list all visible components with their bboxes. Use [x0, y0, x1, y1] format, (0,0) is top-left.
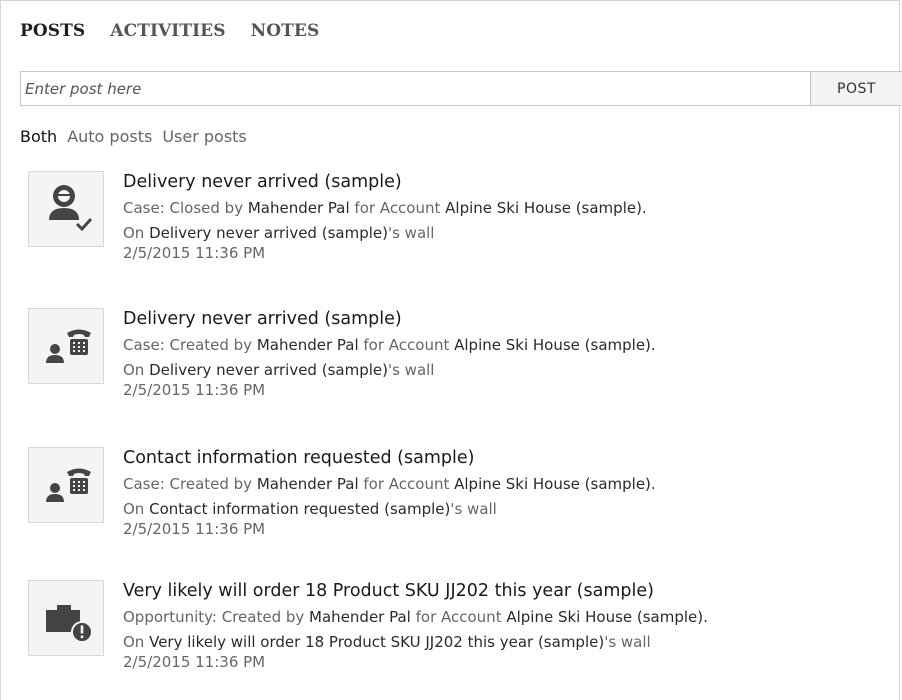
post-content: Very likely will order 18 Product SKU JJ… [123, 580, 893, 672]
post-description: Case: Created by Mahender Pal for Accoun… [123, 474, 893, 494]
wall-record-link[interactable]: Delivery never arrived (sample) [149, 361, 388, 379]
post-content: Delivery never arrived (sample) Case: Cr… [123, 308, 893, 400]
post-timestamp: 2/5/2015 11:36 PM [123, 520, 266, 538]
post-title[interactable]: Delivery never arrived (sample) [123, 308, 893, 330]
post-title[interactable]: Delivery never arrived (sample) [123, 171, 893, 193]
account-link[interactable]: Alpine Ski House (sample). [445, 199, 647, 217]
post-content: Contact information requested (sample) C… [123, 447, 893, 539]
case-closed-icon [28, 171, 104, 247]
list-item: Very likely will order 18 Product SKU JJ… [28, 580, 898, 700]
post-wall: On Very likely will order 18 Product SKU… [123, 632, 893, 652]
tab-activities[interactable]: ACTIVITIES [110, 21, 225, 41]
action-text: Case: Created by [123, 475, 257, 493]
post-description: Opportunity: Created by Mahender Pal for… [123, 607, 893, 627]
post-composer: POST [20, 71, 902, 106]
post-wall: On Contact information requested (sample… [123, 499, 893, 519]
list-item: Contact information requested (sample) C… [28, 447, 898, 567]
account-link[interactable]: Alpine Ski House (sample). [454, 475, 656, 493]
wall-suffix: 's wall [387, 361, 435, 379]
post-title[interactable]: Contact information requested (sample) [123, 447, 893, 469]
wall-record-link[interactable]: Very likely will order 18 Product SKU JJ… [149, 633, 604, 651]
for-text: for Account [358, 475, 455, 493]
wall-suffix: 's wall [604, 633, 651, 651]
post-timestamp: 2/5/2015 11:36 PM [123, 653, 266, 671]
wall-suffix: 's wall [387, 224, 435, 242]
list-item: Delivery never arrived (sample) Case: Cl… [28, 171, 898, 291]
case-phone-icon [28, 447, 104, 523]
wall-record-link[interactable]: Delivery never arrived (sample) [149, 224, 388, 242]
action-text: Case: Closed by [123, 199, 248, 217]
post-input[interactable] [20, 71, 810, 106]
filter-auto-posts[interactable]: Auto posts [67, 127, 152, 146]
tab-notes[interactable]: NOTES [251, 21, 320, 41]
wall-prefix: On [123, 500, 150, 518]
list-item: Delivery never arrived (sample) Case: Cr… [28, 308, 898, 428]
for-text: for Account [410, 608, 507, 626]
post-timestamp: 2/5/2015 11:36 PM [123, 244, 266, 262]
actor-link[interactable]: Mahender Pal [248, 199, 350, 217]
for-text: for Account [349, 199, 446, 217]
post-filter-bar: Both Auto posts User posts [20, 127, 257, 146]
wall-prefix: On [123, 224, 150, 242]
post-description: Case: Closed by Mahender Pal for Account… [123, 198, 893, 218]
wall-record-link[interactable]: Contact information requested (sample) [149, 500, 450, 518]
account-link[interactable]: Alpine Ski House (sample). [454, 336, 656, 354]
post-timestamp: 2/5/2015 11:36 PM [123, 381, 266, 399]
actor-link[interactable]: Mahender Pal [257, 475, 359, 493]
post-description: Case: Created by Mahender Pal for Accoun… [123, 335, 893, 355]
wall-suffix: 's wall [450, 500, 497, 518]
filter-user-posts[interactable]: User posts [162, 127, 246, 146]
actor-link[interactable]: Mahender Pal [257, 336, 359, 354]
wall-prefix: On [123, 633, 150, 651]
tab-posts[interactable]: POSTS [20, 21, 85, 41]
action-text: Case: Created by [123, 336, 257, 354]
post-wall: On Delivery never arrived (sample)'s wal… [123, 360, 893, 380]
actor-link[interactable]: Mahender Pal [309, 608, 411, 626]
post-title[interactable]: Very likely will order 18 Product SKU JJ… [123, 580, 893, 602]
opportunity-alert-icon [28, 580, 104, 656]
social-pane: POSTS ACTIVITIES NOTES POST Both Auto po… [0, 0, 902, 700]
tab-bar: POSTS ACTIVITIES NOTES [20, 21, 344, 41]
case-phone-icon [28, 308, 104, 384]
for-text: for Account [358, 336, 455, 354]
action-text: Opportunity: Created by [123, 608, 310, 626]
filter-both[interactable]: Both [20, 127, 57, 146]
wall-prefix: On [123, 361, 150, 379]
post-content: Delivery never arrived (sample) Case: Cl… [123, 171, 893, 263]
account-link[interactable]: Alpine Ski House (sample). [506, 608, 708, 626]
post-button[interactable]: POST [810, 71, 902, 106]
post-wall: On Delivery never arrived (sample)'s wal… [123, 223, 893, 243]
